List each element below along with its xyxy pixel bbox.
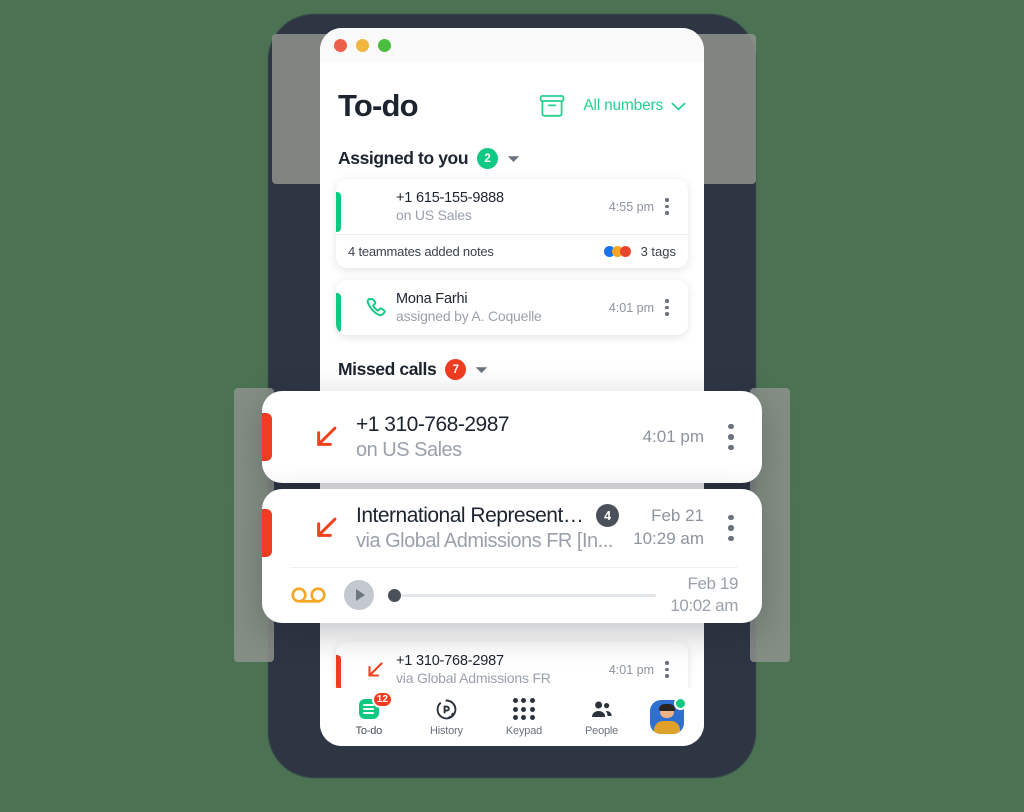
incoming-missed-call-arrow-icon	[302, 422, 350, 452]
tags-indicator[interactable]: 3 tags	[603, 244, 676, 259]
tab-history[interactable]: History	[414, 697, 478, 737]
missed-call-date: Feb 21	[651, 506, 704, 526]
voicemail-progress-slider[interactable]	[388, 588, 657, 602]
phone-icon	[358, 296, 392, 319]
tags-label: 3 tags	[640, 244, 676, 259]
voicemail-player[interactable]: Feb 19 10:02 am	[290, 567, 738, 622]
section-header-missed-calls[interactable]: Missed calls 7	[338, 359, 688, 380]
kebab-menu-icon[interactable]	[660, 299, 676, 316]
missed-call-subtitle: via Global Admissions FR	[396, 670, 551, 686]
slider-handle[interactable]	[388, 588, 401, 602]
missed-call-title: +1 310-768-2987	[356, 412, 510, 436]
missed-call-card-enlarged[interactable]: +1 310-768-2987 on US Sales 4:01 pm	[262, 391, 762, 483]
missed-call-title-line: International Representat... 4	[356, 503, 620, 528]
play-icon[interactable]	[344, 580, 374, 610]
todo-list-icon: 12	[358, 691, 393, 721]
task-card-text: +1 615-155-9888 on US Sales	[392, 190, 601, 223]
history-clock-icon	[436, 697, 457, 721]
task-card-row[interactable]: Mona Farhi assigned by A. Coquelle 4:01 …	[336, 280, 688, 335]
tab-label: History	[429, 725, 463, 737]
missed-call-row[interactable]: International Representat... 4 via Globa…	[262, 489, 762, 567]
status-accent-bar	[336, 192, 341, 232]
section-count-badge: 2	[477, 148, 499, 169]
call-count-badge: 4	[596, 504, 620, 527]
task-subtitle: on US Sales	[396, 207, 472, 223]
task-card[interactable]: +1 615-155-9888 on US Sales 4:55 pm 4 te…	[336, 179, 688, 268]
section-title: Missed calls	[338, 359, 437, 379]
minimize-window-button[interactable]	[356, 38, 369, 52]
status-badge	[674, 697, 688, 710]
status-accent-bar	[262, 413, 272, 461]
screenshot-stage: To-do All numbers Assigned to you 2 +1 6…	[0, 0, 1024, 812]
tab-label: Keypad	[505, 725, 543, 737]
missed-call-time: 4:01 pm	[642, 426, 704, 446]
kebab-menu-icon[interactable]	[720, 514, 742, 542]
task-subtitle: assigned by A. Coquelle	[396, 308, 542, 324]
voicemail-timestamp: Feb 19 10:02 am	[670, 573, 738, 617]
task-time: 4:01 pm	[608, 300, 654, 315]
tab-people[interactable]: People	[570, 697, 634, 737]
app-window: To-do All numbers Assigned to you 2 +1 6…	[320, 28, 704, 746]
missed-call-time: 4:01 pm	[608, 662, 654, 677]
tab-label: People	[585, 725, 619, 737]
archive-box-icon[interactable]	[539, 94, 565, 118]
notes-summary: 4 teammates added notes	[348, 244, 494, 259]
bottom-tab-bar: 12 To-do History Keypad People	[320, 688, 704, 746]
task-title: +1 615-155-9888	[396, 190, 504, 206]
missed-call-text: +1 310-768-2987 on US Sales	[350, 413, 629, 462]
number-filter-dropdown[interactable]: All numbers	[583, 97, 686, 115]
tab-profile[interactable]	[647, 697, 688, 734]
kebab-menu-icon[interactable]	[660, 661, 676, 678]
missed-call-timestamp: Feb 21 10:29 am	[619, 505, 720, 551]
voicemail-icon	[290, 586, 330, 604]
page-title: To-do	[338, 88, 419, 123]
task-title: Mona Farhi	[396, 291, 468, 307]
close-window-button[interactable]	[334, 38, 347, 52]
section-title: Assigned to you	[338, 148, 469, 168]
missed-call-text: +1 310-768-2987 via Global Admissions FR	[392, 653, 601, 686]
missed-call-subtitle: on US Sales	[356, 438, 462, 461]
maximize-window-button[interactable]	[378, 38, 391, 52]
section-count-badge: 7	[445, 359, 467, 380]
missed-call-clock: 10:29 am	[633, 529, 704, 548]
incoming-missed-call-arrow-icon	[358, 659, 392, 681]
tab-label: To-do	[355, 725, 383, 737]
missed-call-title: +1 310-768-2987	[396, 653, 504, 669]
avatar[interactable]	[650, 697, 688, 734]
keypad-dots-icon	[512, 697, 535, 721]
page-header: To-do All numbers	[336, 62, 688, 124]
caret-down-icon[interactable]	[475, 366, 488, 374]
voicemail-clock: 10:02 am	[670, 596, 738, 615]
section-header-assigned[interactable]: Assigned to you 2	[338, 148, 688, 169]
missed-call-subtitle: via Global Admissions FR [In...	[356, 529, 613, 552]
window-titlebar	[320, 28, 704, 62]
missed-call-title: International Representat...	[356, 503, 587, 527]
number-filter-label: All numbers	[583, 97, 663, 114]
voicemail-date: Feb 19	[687, 573, 738, 593]
task-card[interactable]: Mona Farhi assigned by A. Coquelle 4:01 …	[336, 280, 688, 335]
caret-down-icon[interactable]	[507, 155, 520, 163]
missed-call-text: International Representat... 4 via Globa…	[350, 503, 620, 553]
todo-count-badge: 12	[371, 691, 393, 708]
people-icon	[590, 697, 613, 721]
task-time: 4:55 pm	[608, 199, 654, 214]
tab-todo[interactable]: 12 To-do	[337, 691, 401, 737]
status-accent-bar	[262, 509, 272, 557]
chevron-down-icon	[671, 102, 686, 111]
kebab-menu-icon[interactable]	[720, 423, 742, 451]
tab-keypad[interactable]: Keypad	[492, 697, 556, 737]
missed-call-row[interactable]: +1 310-768-2987 on US Sales 4:01 pm	[262, 391, 762, 483]
incoming-missed-call-arrow-icon	[302, 513, 350, 543]
missed-call-card-enlarged-voicemail[interactable]: International Representat... 4 via Globa…	[262, 489, 762, 623]
slider-track[interactable]	[401, 593, 657, 597]
header-actions: All numbers	[539, 94, 686, 118]
task-card-text: Mona Farhi assigned by A. Coquelle	[392, 291, 601, 324]
status-accent-bar	[336, 293, 341, 333]
kebab-menu-icon[interactable]	[660, 198, 676, 215]
task-card-row[interactable]: +1 615-155-9888 on US Sales 4:55 pm	[336, 179, 688, 234]
task-card-footer: 4 teammates added notes 3 tags	[336, 234, 688, 268]
tag-color-dots-icon	[603, 246, 634, 257]
